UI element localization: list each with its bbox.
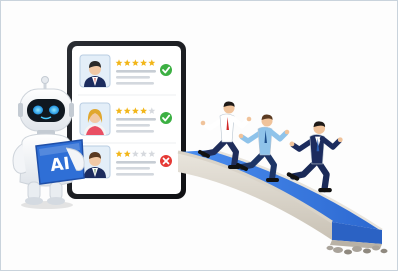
text-line	[116, 167, 150, 170]
text-line	[116, 124, 150, 127]
text-line	[116, 76, 150, 79]
text-line	[116, 161, 156, 164]
businessman-runner	[286, 121, 343, 193]
text-line	[116, 82, 154, 85]
robot-right-eye-icon	[49, 105, 59, 115]
text-line	[116, 70, 156, 73]
check-icon	[160, 112, 172, 124]
reject-icon	[160, 155, 172, 167]
text-line	[116, 130, 154, 133]
woman-blonde-hair-icon	[79, 102, 111, 136]
robot-left-eye-icon	[33, 105, 43, 115]
ai-hiring-illustration: AI	[12, 41, 388, 255]
bridge-path	[177, 148, 388, 255]
check-icon	[160, 64, 172, 76]
text-line	[116, 173, 154, 176]
man-dark-hair-icon	[79, 54, 111, 88]
text-line	[116, 118, 156, 121]
ai-badge-label: AI	[49, 154, 71, 176]
ai-badge: AI	[35, 139, 85, 185]
